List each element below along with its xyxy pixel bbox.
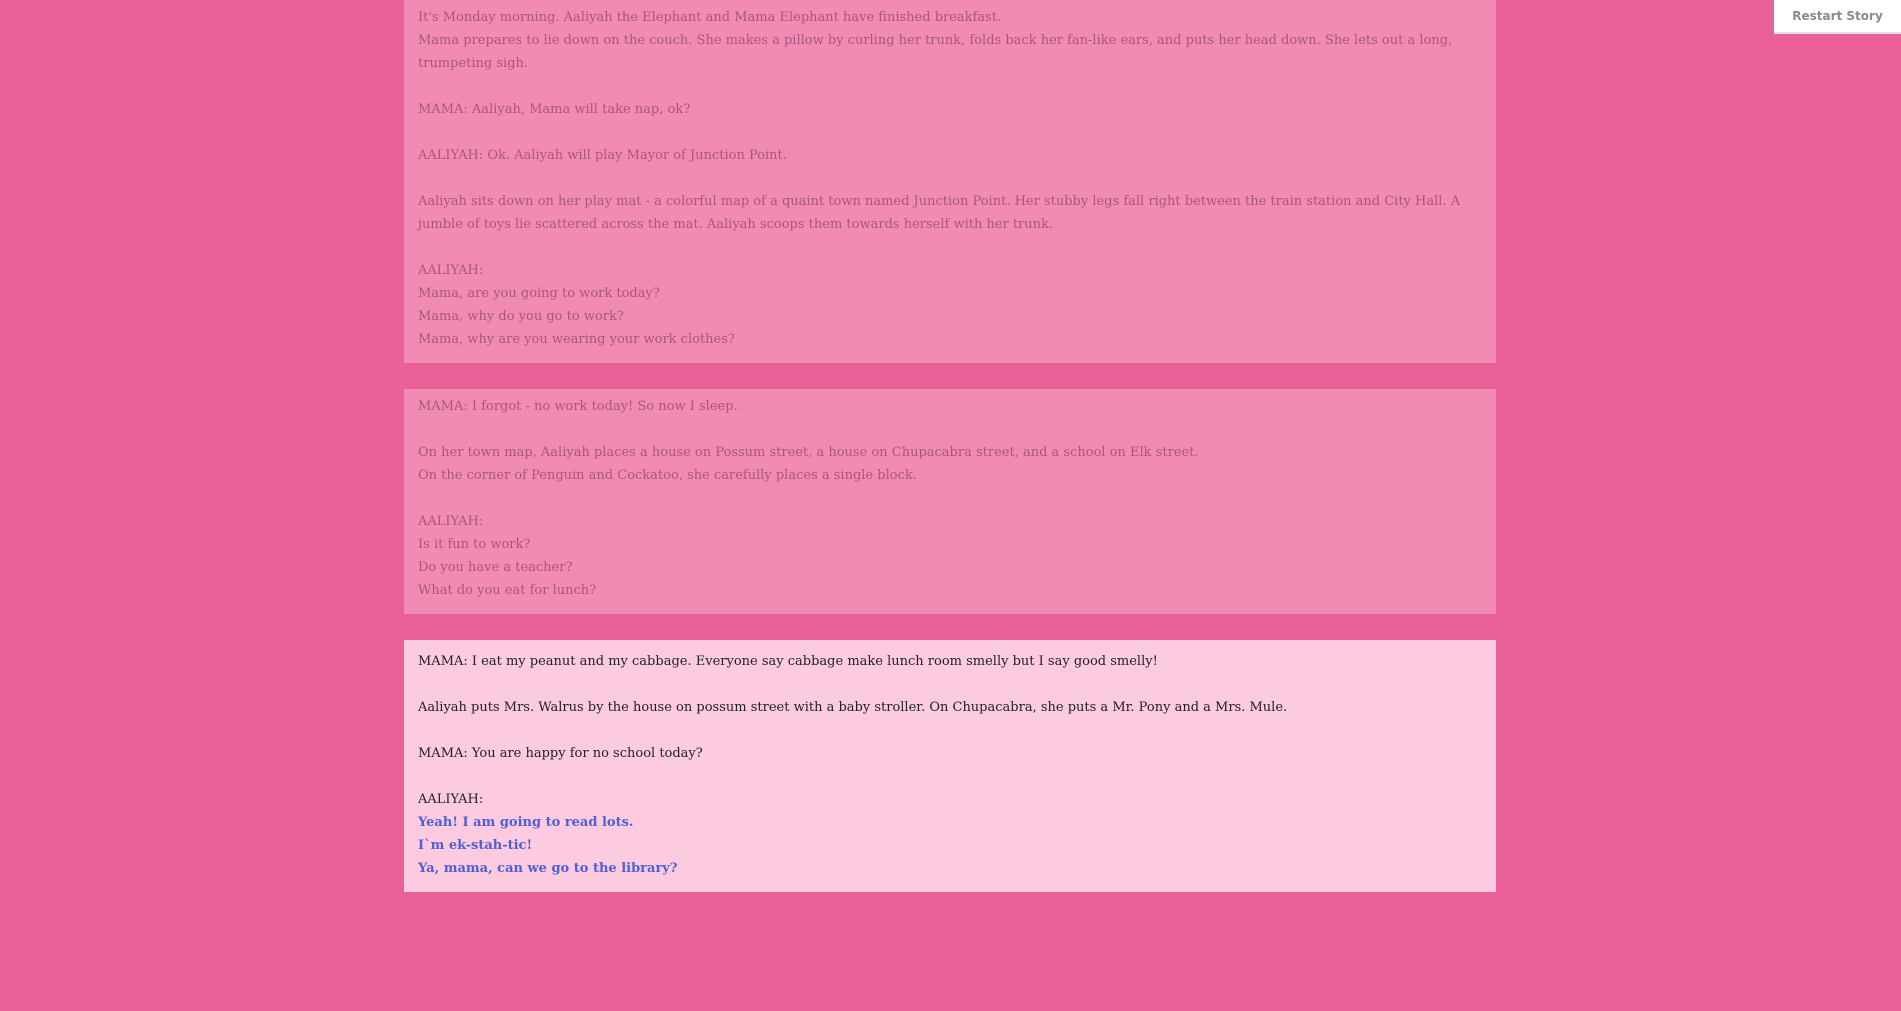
passage-current: MAMA: I eat my peanut and my cabbage. Ev…: [404, 640, 1496, 892]
passage-2: MAMA: I forgot - no work today! So now I…: [404, 389, 1496, 614]
past-choice: What do you eat for lunch?: [418, 583, 597, 598]
passage-line: On the corner of Penguin and Cockatoo, s…: [418, 468, 917, 483]
passage-line: MAMA: I forgot - no work today! So now I…: [418, 399, 738, 414]
choice-link-library[interactable]: Ya, mama, can we go to the library?: [418, 857, 1482, 880]
past-choice: Mama, why are you wearing your work clot…: [418, 332, 735, 347]
passage-line: MAMA: You are happy for no school today?: [418, 746, 703, 761]
choice-link-ecstatic[interactable]: I`m ek-stah-tic!: [418, 834, 1482, 857]
past-choice: Is it fun to work?: [418, 537, 531, 552]
passage-line: MAMA: Aaliyah, Mama will take nap, ok?: [418, 102, 691, 117]
passage-line: AALIYAH:: [418, 263, 484, 278]
passage-line: MAMA: I eat my peanut and my cabbage. Ev…: [418, 654, 1158, 669]
past-choice: Mama, are you going to work today?: [418, 286, 660, 301]
passage-line: Aaliyah puts Mrs. Walrus by the house on…: [418, 700, 1288, 715]
passage-line: It's Monday morning. Aaliyah the Elephan…: [418, 10, 1002, 25]
passage-line: On her town map, Aaliyah places a house …: [418, 445, 1199, 460]
passage-line: Aaliyah sits down on her play mat - a co…: [418, 194, 1465, 232]
passage-line: Mama prepares to lie down on the couch. …: [418, 33, 1457, 71]
past-choice: Do you have a teacher?: [418, 560, 573, 575]
passage-line: AALIYAH:: [418, 514, 484, 529]
past-choice: Mama, why do you go to work?: [418, 309, 624, 324]
choice-link-read-lots[interactable]: Yeah! I am going to read lots.: [418, 811, 1482, 834]
story-container: It's Monday morning. Aaliyah the Elephan…: [404, 0, 1496, 918]
passage-line: AALIYAH:: [418, 792, 484, 807]
restart-story-button[interactable]: Restart Story: [1774, 0, 1901, 34]
passage-1: It's Monday morning. Aaliyah the Elephan…: [404, 0, 1496, 363]
passage-line: AALIYAH: Ok. Aaliyah will play Mayor of …: [418, 148, 787, 163]
